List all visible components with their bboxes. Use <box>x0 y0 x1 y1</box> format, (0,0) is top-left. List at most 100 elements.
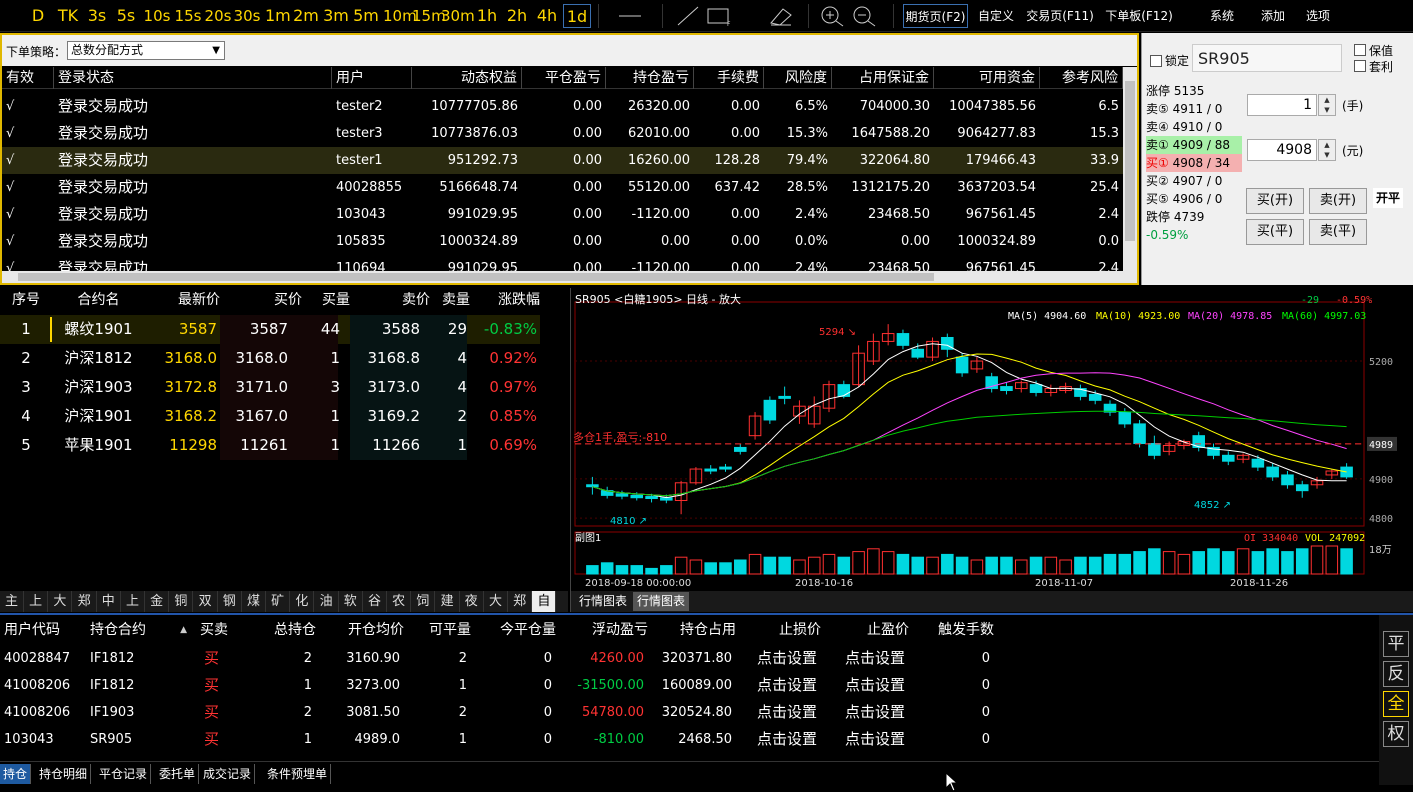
timeframe-5m[interactable]: 5m <box>353 4 379 28</box>
position-cell-10[interactable]: 点击设置 <box>828 726 913 753</box>
timeframe-15m[interactable]: 15m <box>412 4 446 28</box>
quote-row[interactable]: 4 沪深1901 3168.2 3167.0 1 3169.2 2 0.85% <box>0 402 540 431</box>
price-input[interactable]: 4908 <box>1247 139 1317 161</box>
column-header-2[interactable]: 用户 <box>332 67 412 89</box>
quote-row[interactable]: 5 苹果1901 11298 11261 1 11266 1 0.69% <box>0 431 540 460</box>
column-header-10[interactable]: 参考风险 <box>1040 67 1123 89</box>
timeframe-4h[interactable]: 4h <box>535 4 559 28</box>
positions-header-6[interactable]: 今平仓量 <box>475 617 560 643</box>
timeframe-1d[interactable]: 1d <box>563 4 591 28</box>
exchange-tab[interactable]: 化 <box>290 591 315 612</box>
table-row[interactable]: √ 登录交易成功 105835 1000324.89 0.00 0.00 0.00 0.0% 0… <box>2 228 1123 255</box>
chart-tab[interactable]: 行情图表 <box>633 592 690 611</box>
positions-header-2[interactable]: 买卖 <box>200 617 240 643</box>
buy-close-button[interactable]: 买(平) <box>1246 219 1304 245</box>
table-row[interactable]: √ 登录交易成功 tester2 10777705.86 0.00 26320.00 0.0… <box>2 93 1123 120</box>
kline-chart[interactable]: 5200 4989 4900 4800 SR905 <白糖1905> 日线 - 放大 -2… <box>571 288 1413 591</box>
exchange-tab[interactable]: 建 <box>436 591 460 612</box>
positions-tab[interactable]: 条件预埋单 <box>264 764 332 784</box>
chart-tab[interactable]: 行情图表 <box>575 592 631 611</box>
arbitrage-checkbox[interactable] <box>1354 60 1366 72</box>
bid-level-1[interactable]: 买① 4908 / 34 <box>1146 154 1242 172</box>
position-cell-10[interactable]: 点击设置 <box>828 672 913 699</box>
position-cell-9[interactable]: 点击设置 <box>740 699 825 726</box>
exchange-tab[interactable]: 上 <box>24 591 49 612</box>
quote-row[interactable]: 2 沪深1812 3168.0 3168.0 1 3168.8 4 0.92% <box>0 344 540 373</box>
exchange-tab[interactable]: 郑 <box>73 591 97 612</box>
lock-checkbox[interactable] <box>1150 55 1162 67</box>
positions-header-11[interactable]: 触发手数 <box>918 617 998 643</box>
positions-header-7[interactable]: 浮动盈亏 <box>560 617 652 643</box>
table-row[interactable]: √ 登录交易成功 tester3 10773876.03 0.00 62010.00 0.0… <box>2 120 1123 147</box>
table-row[interactable]: 40028847 IF1812 买 2 3160.90 2 0 4260.00 320371.8… <box>0 645 1000 672</box>
strategy-select[interactable]: 总数分配方式 ▼ <box>67 41 225 60</box>
exchange-tab[interactable]: 矿 <box>266 591 291 612</box>
timeframe-1m[interactable]: 1m <box>265 4 291 28</box>
timeframe-3s[interactable]: 3s <box>86 4 108 28</box>
exchange-tab[interactable]: 谷 <box>363 591 387 612</box>
column-header-3[interactable]: 动态权益 <box>412 67 522 89</box>
exchange-tab[interactable]: 自 <box>532 591 557 612</box>
menu-0[interactable]: 期货页(F2) <box>903 4 968 28</box>
positions-tab[interactable]: 平仓记录 <box>96 764 152 784</box>
quote-header-2[interactable]: 最新价 <box>145 287 220 313</box>
column-header-6[interactable]: 手续费 <box>694 67 764 89</box>
rectangle-tool-icon[interactable]: F <box>706 5 732 28</box>
exchange-tab[interactable]: 双 <box>194 591 218 612</box>
exchange-tab[interactable]: 上 <box>121 591 145 612</box>
position-cell-9[interactable]: 点击设置 <box>740 726 825 753</box>
timeframe-1h[interactable]: 1h <box>476 4 498 28</box>
zoom-in-icon[interactable] <box>820 5 846 27</box>
column-header-8[interactable]: 占用保证金 <box>832 67 934 89</box>
bid-level-5[interactable]: 买⑤ 4906 / 0 <box>1146 190 1222 208</box>
bid-level-2[interactable]: 买② 4907 / 0 <box>1146 172 1222 190</box>
side-button-1[interactable]: 反 <box>1383 661 1409 687</box>
timeframe-20s[interactable]: 20s <box>204 4 232 28</box>
table-row[interactable]: 41008206 IF1903 买 2 3081.50 2 0 54780.00 320524.… <box>0 699 1000 726</box>
vertical-scrollbar[interactable] <box>1123 67 1137 271</box>
trendline-tool-icon[interactable] <box>675 5 701 27</box>
column-header-0[interactable]: 有效 <box>2 67 54 89</box>
timeframe-D[interactable]: D <box>28 4 48 28</box>
horizontal-scrollbar[interactable] <box>2 271 1137 283</box>
exchange-tab[interactable]: 夜 <box>460 591 484 612</box>
quantity-stepper[interactable]: ▲ ▼ <box>1318 94 1336 116</box>
positions-header-9[interactable]: 止损价 <box>740 617 825 643</box>
exchange-tab[interactable]: 郑 <box>508 591 533 612</box>
menu-5[interactable]: 添加 <box>1255 4 1291 28</box>
timeframe-2h[interactable]: 2h <box>505 4 529 28</box>
side-button-3[interactable]: 权 <box>1383 721 1409 747</box>
exchange-tab[interactable]: 软 <box>339 591 363 612</box>
ask-level-1[interactable]: 卖① 4909 / 88 <box>1146 136 1242 154</box>
position-cell-10[interactable]: 点击设置 <box>828 645 913 672</box>
column-header-9[interactable]: 可用资金 <box>934 67 1040 89</box>
positions-tab[interactable]: 持仓明细 <box>36 764 92 784</box>
exchange-tab[interactable]: 主 <box>0 591 24 612</box>
timeframe-30s[interactable]: 30s <box>233 4 261 28</box>
exchange-tab[interactable]: 煤 <box>242 591 266 612</box>
quote-header-0[interactable]: 序号 <box>0 287 52 313</box>
timeframe-10s[interactable]: 10s <box>143 4 171 28</box>
open-close-toggle[interactable]: 开平 <box>1373 188 1403 208</box>
column-header-4[interactable]: 平仓盈亏 <box>522 67 606 89</box>
contract-input[interactable]: SR905 <box>1192 44 1342 72</box>
side-button-0[interactable]: 平 <box>1383 631 1409 657</box>
line-tool-icon[interactable] <box>617 5 643 27</box>
quote-header-4[interactable]: 买量 <box>302 287 350 313</box>
quote-row[interactable]: 1 螺纹1901 3587 3587 44 3588 29 -0.83% <box>0 315 540 344</box>
position-cell-9[interactable]: 点击设置 <box>740 672 825 699</box>
positions-header-4[interactable]: 开仓均价 <box>320 617 408 643</box>
positions-header-10[interactable]: 止盈价 <box>828 617 913 643</box>
ask-level-5[interactable]: 卖⑤ 4911 / 0 <box>1146 100 1222 118</box>
menu-1[interactable]: 自定义 <box>973 4 1019 28</box>
positions-tab[interactable]: 成交记录 <box>200 764 256 784</box>
timeframe-10m[interactable]: 10m <box>383 4 417 28</box>
ask-level-4[interactable]: 卖④ 4910 / 0 <box>1146 118 1222 136</box>
hedge-checkbox[interactable] <box>1354 44 1366 56</box>
exchange-tab[interactable]: 油 <box>315 591 339 612</box>
timeframe-30m[interactable]: 30m <box>441 4 475 28</box>
quote-header-5[interactable]: 卖价 <box>350 287 430 313</box>
exchange-tab[interactable]: 中 <box>97 591 121 612</box>
exchange-tab[interactable]: 大 <box>484 591 508 612</box>
buy-open-button[interactable]: 买(开) <box>1246 188 1304 214</box>
